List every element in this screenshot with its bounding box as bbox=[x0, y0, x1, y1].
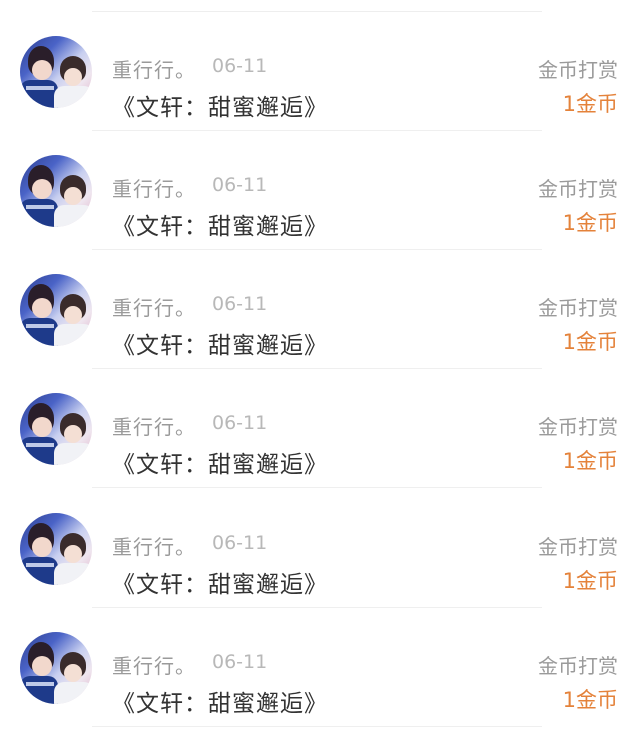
avatar-face-right bbox=[64, 187, 82, 205]
list-item[interactable]: 重行行。 06-11 《文轩：甜蜜邂逅》 金币打赏 1金币 bbox=[0, 489, 640, 608]
record-date: 06-11 bbox=[212, 532, 268, 554]
avatar-shirt-left bbox=[20, 199, 58, 227]
book-title[interactable]: 《文轩：甜蜜邂逅》 bbox=[112, 565, 328, 599]
avatar-shirt-right bbox=[54, 563, 92, 585]
book-title[interactable]: 《文轩：甜蜜邂逅》 bbox=[112, 88, 328, 122]
book-title[interactable]: 《文轩：甜蜜邂逅》 bbox=[112, 207, 328, 241]
user-avatar[interactable] bbox=[20, 36, 92, 108]
avatar-face-left bbox=[32, 179, 52, 199]
avatar-face-right bbox=[64, 664, 82, 682]
list-item[interactable]: 重行行。 06-11 《文轩：甜蜜邂逅》 金币打赏 1金币 bbox=[0, 12, 640, 131]
list-item[interactable]: 重行行。 06-11 《文轩：甜蜜邂逅》 金币打赏 1金币 bbox=[0, 131, 640, 250]
avatar-face-right bbox=[64, 545, 82, 563]
reward-amount: 1金币 bbox=[562, 449, 618, 473]
reward-type: 金币打赏 bbox=[538, 58, 618, 82]
book-title[interactable]: 《文轩：甜蜜邂逅》 bbox=[112, 684, 328, 718]
reward-amount: 1金币 bbox=[562, 569, 618, 593]
book-title[interactable]: 《文轩：甜蜜邂逅》 bbox=[112, 326, 328, 360]
avatar-face-left bbox=[32, 656, 52, 676]
avatar-shirt-left bbox=[20, 676, 58, 704]
user-name[interactable]: 重行行。 bbox=[112, 173, 196, 202]
avatar-accent bbox=[26, 443, 54, 447]
user-avatar[interactable] bbox=[20, 155, 92, 227]
reward-type: 金币打赏 bbox=[538, 654, 618, 678]
row-divider bbox=[92, 726, 542, 727]
user-name[interactable]: 重行行。 bbox=[112, 531, 196, 560]
avatar-face-left bbox=[32, 60, 52, 80]
record-date: 06-11 bbox=[212, 293, 268, 315]
reward-amount: 1金币 bbox=[562, 92, 618, 116]
list-item[interactable]: 重行行。 06-11 《文轩：甜蜜邂逅》 金币打赏 1金币 bbox=[0, 608, 640, 727]
avatar-face-left bbox=[32, 537, 52, 557]
reward-amount: 1金币 bbox=[562, 211, 618, 235]
record-date: 06-11 bbox=[212, 412, 268, 434]
avatar-shirt-right bbox=[54, 324, 92, 346]
user-avatar[interactable] bbox=[20, 274, 92, 346]
avatar-accent bbox=[26, 682, 54, 686]
user-avatar[interactable] bbox=[20, 513, 92, 585]
reward-amount: 1金币 bbox=[562, 330, 618, 354]
list-item[interactable]: 重行行。 06-11 《文轩：甜蜜邂逅》 金币打赏 1金币 bbox=[0, 250, 640, 369]
avatar-face-left bbox=[32, 417, 52, 437]
avatar-shirt-left bbox=[20, 80, 58, 108]
avatar-accent bbox=[26, 86, 54, 90]
avatar-shirt-right bbox=[54, 443, 92, 465]
avatar-shirt-right bbox=[54, 682, 92, 704]
reward-type: 金币打赏 bbox=[538, 296, 618, 320]
user-avatar[interactable] bbox=[20, 632, 92, 704]
row-divider bbox=[92, 487, 542, 488]
avatar-shirt-left bbox=[20, 318, 58, 346]
avatar-accent bbox=[26, 563, 54, 567]
record-date: 06-11 bbox=[212, 651, 268, 673]
avatar-shirt-left bbox=[20, 557, 58, 585]
reward-amount: 1金币 bbox=[562, 688, 618, 712]
avatar-face-right bbox=[64, 425, 82, 443]
record-date: 06-11 bbox=[212, 174, 268, 196]
avatar-shirt-right bbox=[54, 86, 92, 108]
avatar-face-right bbox=[64, 68, 82, 86]
book-title[interactable]: 《文轩：甜蜜邂逅》 bbox=[112, 445, 328, 479]
user-name[interactable]: 重行行。 bbox=[112, 411, 196, 440]
reward-record-list: 重行行。 06-11 《文轩：甜蜜邂逅》 金币打赏 1金币 重行行。 06-11… bbox=[0, 0, 640, 732]
user-name[interactable]: 重行行。 bbox=[112, 650, 196, 679]
user-name[interactable]: 重行行。 bbox=[112, 292, 196, 321]
reward-type: 金币打赏 bbox=[538, 415, 618, 439]
user-avatar[interactable] bbox=[20, 393, 92, 465]
avatar-accent bbox=[26, 324, 54, 328]
avatar-shirt-right bbox=[54, 205, 92, 227]
reward-type: 金币打赏 bbox=[538, 535, 618, 559]
user-name[interactable]: 重行行。 bbox=[112, 54, 196, 83]
avatar-face-right bbox=[64, 306, 82, 324]
list-item[interactable]: 重行行。 06-11 《文轩：甜蜜邂逅》 金币打赏 1金币 bbox=[0, 369, 640, 488]
avatar-face-left bbox=[32, 298, 52, 318]
reward-type: 金币打赏 bbox=[538, 177, 618, 201]
avatar-shirt-left bbox=[20, 437, 58, 465]
avatar-accent bbox=[26, 205, 54, 209]
record-date: 06-11 bbox=[212, 55, 268, 77]
